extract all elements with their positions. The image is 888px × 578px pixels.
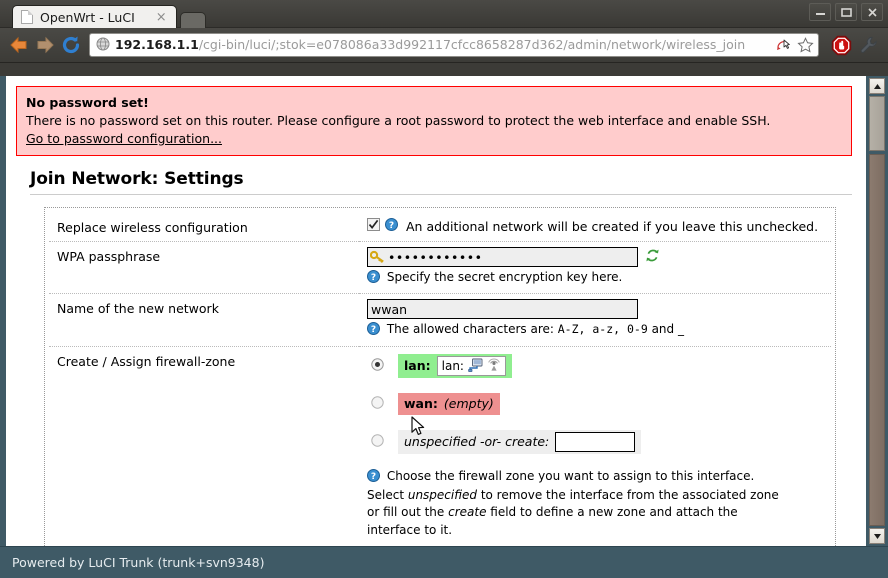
maximize-icon[interactable] <box>835 3 857 21</box>
value-network-name: ? The allowed characters are: A-Z, a-z, … <box>359 293 831 347</box>
zone-badge-wan: wan: (empty) <box>398 392 500 415</box>
powered-by-label: Powered by LuCI Trunk (trunk+svn9348) <box>12 555 265 570</box>
settings-fieldset: Replace wireless configuration ? An addi… <box>44 207 836 546</box>
browser-window: OpenWrt - LuCI × 192.168.1.1/cgi-bin/luc… <box>0 0 888 578</box>
minimize-icon[interactable] <box>809 3 831 21</box>
network-name-description-suffix: and _ <box>647 322 684 337</box>
info-icon: ? <box>385 218 398 234</box>
document-icon <box>21 10 33 24</box>
create-zone-input[interactable] <box>555 431 636 452</box>
close-icon[interactable]: × <box>153 11 170 24</box>
table-row: Name of the new network ? <box>49 293 831 347</box>
zone-option-wan[interactable]: wan: (empty) <box>367 390 827 418</box>
label-network-name: Name of the new network <box>49 293 359 347</box>
zone-option-lan[interactable]: lan: lan: <box>367 352 827 380</box>
page-scrollbar[interactable] <box>866 76 888 546</box>
zone-radio-wan[interactable] <box>371 395 384 412</box>
value-firewall-zone: lan: lan: wan: (empty) unspecified -or- … <box>359 346 831 546</box>
window-controls <box>809 3 883 21</box>
zone-name-wan: wan: <box>404 396 438 412</box>
firewall-zone-help: ? Choose the firewall zone you want to a… <box>367 468 787 540</box>
warning-body: There is no password set on this router.… <box>26 112 771 128</box>
key-icon <box>369 250 385 267</box>
table-row: WPA passphrase •••••••••••• ? Specify th… <box>49 241 831 295</box>
table-row: Create / Assign firewall-zone lan: lan: … <box>49 346 831 546</box>
network-name-input[interactable] <box>367 299 638 320</box>
feed-identity-icon[interactable] <box>775 37 793 53</box>
replace-wireless-checkbox[interactable] <box>367 218 380 234</box>
network-name-allowed-chars: A-Z, a-z, 0-9 <box>557 322 648 337</box>
label-replace-wireless-configuration: Replace wireless configuration <box>49 213 359 243</box>
scrollbar-thumb[interactable] <box>869 96 885 151</box>
value-wpa-passphrase: ? Specify the secret encryption key here… <box>359 241 831 295</box>
page-title: Join Network: Settings <box>30 169 852 196</box>
tab-strip: OpenWrt - LuCI × <box>12 5 206 28</box>
zone-badge-lan: lan: lan: <box>398 353 512 378</box>
globe-icon <box>96 36 110 55</box>
zone-radio-unspecified[interactable] <box>371 433 384 450</box>
page-viewport: No password set! There is no password se… <box>0 76 888 546</box>
label-firewall-zone: Create / Assign firewall-zone <box>57 353 236 369</box>
zone-radio-lan[interactable] <box>371 357 384 374</box>
password-configuration-link[interactable]: Go to password configuration... <box>26 131 222 146</box>
reload-icon[interactable] <box>58 32 84 58</box>
scroll-up-icon[interactable] <box>869 78 885 94</box>
tab-openwrt-luci[interactable]: OpenWrt - LuCI × <box>12 5 177 28</box>
svg-text:?: ? <box>371 273 376 283</box>
bookmark-star-icon[interactable] <box>797 37 814 53</box>
table-row: Replace wireless configuration ? An addi… <box>49 213 831 243</box>
replace-wireless-description: An additional network will be created if… <box>406 218 819 234</box>
close-window-icon[interactable] <box>861 3 883 21</box>
zone-empty-wan: (empty) <box>443 396 494 412</box>
url-bar[interactable]: 192.168.1.1/cgi-bin/luci/;stok=e078086a3… <box>89 33 819 57</box>
title-bar: OpenWrt - LuCI × <box>0 0 888 28</box>
new-tab-button[interactable] <box>179 12 206 28</box>
info-icon: ? <box>367 322 384 338</box>
label-wpa-passphrase: WPA passphrase <box>49 241 359 295</box>
zone-interfaces-lan: lan: <box>436 355 506 376</box>
svg-text:?: ? <box>371 472 376 482</box>
toolbar-extensions <box>824 32 882 58</box>
wpa-passphrase-description: ? Specify the secret encryption key here… <box>367 267 827 287</box>
wpa-passphrase-description-text: Specify the secret encryption key here. <box>386 270 623 285</box>
refresh-green-icon[interactable] <box>645 248 660 266</box>
luci-page: No password set! There is no password se… <box>0 76 866 546</box>
network-name-description: ? The allowed characters are: A-Z, a-z, … <box>367 319 827 339</box>
wifi-icon <box>487 358 501 375</box>
info-icon: ? <box>367 468 384 485</box>
ethernet-icon <box>468 358 483 375</box>
status-footer: Powered by LuCI Trunk (trunk+svn9348) <box>0 546 888 578</box>
svg-text:?: ? <box>371 325 376 335</box>
svg-text:?: ? <box>389 221 394 231</box>
info-icon: ? <box>367 270 384 286</box>
back-icon[interactable] <box>6 32 32 58</box>
url-text: 192.168.1.1/cgi-bin/luci/;stok=e078086a3… <box>115 37 746 52</box>
scroll-down-icon[interactable] <box>869 528 885 544</box>
navigation-toolbar: 192.168.1.1/cgi-bin/luci/;stok=e078086a3… <box>0 28 888 63</box>
settings-table: Replace wireless configuration ? An addi… <box>49 213 831 546</box>
zone-option-unspecified[interactable]: unspecified -or- create: <box>367 428 827 456</box>
adblock-stop-icon[interactable] <box>828 32 854 58</box>
scrollbar-lower-track[interactable] <box>869 154 885 526</box>
network-name-description-prefix: The allowed characters are: <box>386 322 558 337</box>
firewall-help-em-unspecified: unspecified <box>407 488 477 503</box>
firewall-help-em-create: create <box>448 505 487 520</box>
no-password-warning: No password set! There is no password se… <box>16 86 852 157</box>
warning-title: No password set! <box>26 95 149 110</box>
zone-name-lan: lan: <box>404 358 431 374</box>
tab-label: OpenWrt - LuCI <box>40 9 135 25</box>
zone-inner-label-lan: lan: <box>441 359 464 374</box>
wpa-passphrase-input[interactable] <box>367 247 638 268</box>
wrench-icon[interactable] <box>856 32 882 58</box>
zone-badge-unspecified: unspecified -or- create: <box>398 429 642 454</box>
value-replace-wireless-configuration: ? An additional network will be created … <box>359 213 831 243</box>
forward-icon <box>32 32 58 58</box>
zone-unspecified-label: unspecified -or- create: <box>404 434 550 450</box>
